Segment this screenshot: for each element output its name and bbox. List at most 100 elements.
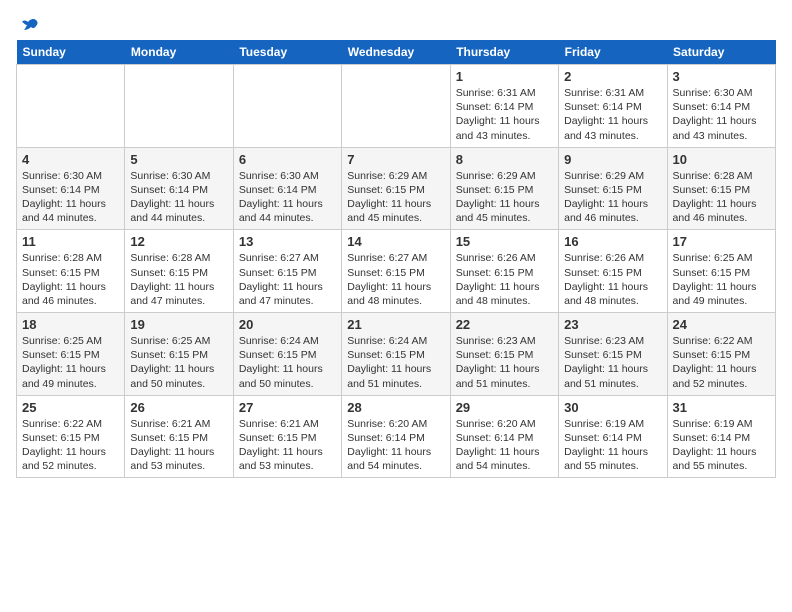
day-cell: 16 Sunrise: 6:26 AMSunset: 6:15 PMDayligh… — [559, 230, 667, 313]
day-info: Sunrise: 6:26 AMSunset: 6:15 PMDaylight:… — [564, 251, 661, 308]
day-cell: 17 Sunrise: 6:25 AMSunset: 6:15 PMDayligh… — [667, 230, 775, 313]
day-cell: 21Sunrise: 6:24 AMSunset: 6:15 PMDayligh… — [342, 313, 450, 396]
day-info: Sunrise: 6:23 AMSunset: 6:15 PMDaylight:… — [564, 334, 661, 391]
day-number: 20 — [239, 317, 336, 332]
day-number: 1 — [456, 69, 553, 84]
day-info: Sunrise: 6:29 AMSunset: 6:15 PMDaylight:… — [564, 169, 661, 226]
day-info: Sunrise: 6:30 AMSunset: 6:14 PMDaylight:… — [673, 86, 770, 143]
day-cell: 3Sunrise: 6:30 AMSunset: 6:14 PMDaylight… — [667, 65, 775, 148]
title-block — [40, 10, 776, 12]
day-cell — [233, 65, 341, 148]
day-number: 16 — [564, 234, 661, 249]
day-number: 22 — [456, 317, 553, 332]
day-cell: 11 Sunrise: 6:28 AMSunset: 6:15 PMDayligh… — [17, 230, 125, 313]
day-info: Sunrise: 6:30 AMSunset: 6:14 PMDaylight:… — [130, 169, 227, 226]
day-number: 27 — [239, 400, 336, 415]
day-cell: 2Sunrise: 6:31 AMSunset: 6:14 PMDaylight… — [559, 65, 667, 148]
day-info: Sunrise: 6:27 AMSunset: 6:15 PMDaylight:… — [239, 251, 336, 308]
day-cell: 20 Sunrise: 6:24 AMSunset: 6:15 PMDayligh… — [233, 313, 341, 396]
day-info: Sunrise: 6:21 AMSunset: 6:15 PMDaylight:… — [239, 417, 336, 474]
day-number: 21 — [347, 317, 444, 332]
day-info: Sunrise: 6:28 AMSunset: 6:15 PMDaylight:… — [22, 251, 119, 308]
day-info: Sunrise: 6:28 AMSunset: 6:15 PMDaylight:… — [130, 251, 227, 308]
day-number: 6 — [239, 152, 336, 167]
day-number: 30 — [564, 400, 661, 415]
day-info: Sunrise: 6:19 AMSunset: 6:14 PMDaylight:… — [564, 417, 661, 474]
day-cell — [17, 65, 125, 148]
week-row-2: 4 Sunrise: 6:30 AMSunset: 6:14 PMDaylight… — [17, 147, 776, 230]
day-info: Sunrise: 6:31 AMSunset: 6:14 PMDaylight:… — [564, 86, 661, 143]
day-number: 8 — [456, 152, 553, 167]
week-row-5: 25 Sunrise: 6:22 AMSunset: 6:15 PMDayligh… — [17, 395, 776, 478]
day-cell: 8 Sunrise: 6:29 AMSunset: 6:15 PMDaylight… — [450, 147, 558, 230]
day-info: Sunrise: 6:31 AMSunset: 6:14 PMDaylight:… — [456, 86, 553, 143]
day-number: 26 — [130, 400, 227, 415]
header-tuesday: Tuesday — [233, 40, 341, 65]
day-info: Sunrise: 6:25 AMSunset: 6:15 PMDaylight:… — [22, 334, 119, 391]
header-saturday: Saturday — [667, 40, 775, 65]
day-info: Sunrise: 6:19 AMSunset: 6:14 PMDaylight:… — [673, 417, 770, 474]
day-info: Sunrise: 6:22 AMSunset: 6:15 PMDaylight:… — [673, 334, 770, 391]
day-info: Sunrise: 6:26 AMSunset: 6:15 PMDaylight:… — [456, 251, 553, 308]
day-number: 4 — [22, 152, 119, 167]
day-info: Sunrise: 6:20 AMSunset: 6:14 PMDaylight:… — [347, 417, 444, 474]
day-number: 5 — [130, 152, 227, 167]
day-cell: 23 Sunrise: 6:23 AMSunset: 6:15 PMDayligh… — [559, 313, 667, 396]
week-row-3: 11 Sunrise: 6:28 AMSunset: 6:15 PMDayligh… — [17, 230, 776, 313]
day-cell: 18 Sunrise: 6:25 AMSunset: 6:15 PMDayligh… — [17, 313, 125, 396]
day-cell: 24 Sunrise: 6:22 AMSunset: 6:15 PMDayligh… — [667, 313, 775, 396]
day-cell — [125, 65, 233, 148]
day-info: Sunrise: 6:22 AMSunset: 6:15 PMDaylight:… — [22, 417, 119, 474]
day-number: 7 — [347, 152, 444, 167]
day-number: 24 — [673, 317, 770, 332]
day-cell: 29Sunrise: 6:20 AMSunset: 6:14 PMDayligh… — [450, 395, 558, 478]
week-row-1: 1 Sunrise: 6:31 AMSunset: 6:14 PMDaylight… — [17, 65, 776, 148]
day-cell: 25 Sunrise: 6:22 AMSunset: 6:15 PMDayligh… — [17, 395, 125, 478]
header-thursday: Thursday — [450, 40, 558, 65]
day-info: Sunrise: 6:29 AMSunset: 6:15 PMDaylight:… — [456, 169, 553, 226]
day-cell: 10 Sunrise: 6:28 AMSunset: 6:15 PMDayligh… — [667, 147, 775, 230]
day-cell: 5 Sunrise: 6:30 AMSunset: 6:14 PMDaylight… — [125, 147, 233, 230]
header-sunday: Sunday — [17, 40, 125, 65]
day-number: 19 — [130, 317, 227, 332]
day-info: Sunrise: 6:27 AMSunset: 6:15 PMDaylight:… — [347, 251, 444, 308]
day-number: 25 — [22, 400, 119, 415]
day-cell: 4Sunrise: 6:30 AMSunset: 6:14 PMDaylight… — [17, 147, 125, 230]
day-cell: 14 Sunrise: 6:27 AMSunset: 6:15 PMDayligh… — [342, 230, 450, 313]
day-number: 15 — [456, 234, 553, 249]
day-cell: 7 Sunrise: 6:29 AMSunset: 6:15 PMDaylight… — [342, 147, 450, 230]
calendar-header-row: SundayMondayTuesdayWednesdayThursdayFrid… — [17, 40, 776, 65]
day-info: Sunrise: 6:21 AMSunset: 6:15 PMDaylight:… — [130, 417, 227, 474]
day-cell: 26 Sunrise: 6:21 AMSunset: 6:15 PMDayligh… — [125, 395, 233, 478]
day-info: Sunrise: 6:28 AMSunset: 6:15 PMDaylight:… — [673, 169, 770, 226]
day-number: 17 — [673, 234, 770, 249]
day-info: Sunrise: 6:30 AMSunset: 6:14 PMDaylight:… — [239, 169, 336, 226]
day-cell: 6 Sunrise: 6:30 AMSunset: 6:14 PMDaylight… — [233, 147, 341, 230]
day-cell: 27 Sunrise: 6:21 AMSunset: 6:15 PMDayligh… — [233, 395, 341, 478]
day-number: 12 — [130, 234, 227, 249]
logo-bird-icon — [18, 16, 40, 38]
header-friday: Friday — [559, 40, 667, 65]
day-cell: 28Sunrise: 6:20 AMSunset: 6:14 PMDayligh… — [342, 395, 450, 478]
day-cell: 1 Sunrise: 6:31 AMSunset: 6:14 PMDaylight… — [450, 65, 558, 148]
day-number: 18 — [22, 317, 119, 332]
day-number: 14 — [347, 234, 444, 249]
day-info: Sunrise: 6:25 AMSunset: 6:15 PMDaylight:… — [673, 251, 770, 308]
day-cell — [342, 65, 450, 148]
day-number: 10 — [673, 152, 770, 167]
header-wednesday: Wednesday — [342, 40, 450, 65]
day-cell: 31Sunrise: 6:19 AMSunset: 6:14 PMDayligh… — [667, 395, 775, 478]
day-info: Sunrise: 6:20 AMSunset: 6:14 PMDaylight:… — [456, 417, 553, 474]
day-info: Sunrise: 6:24 AMSunset: 6:15 PMDaylight:… — [239, 334, 336, 391]
header-monday: Monday — [125, 40, 233, 65]
day-info: Sunrise: 6:23 AMSunset: 6:15 PMDaylight:… — [456, 334, 553, 391]
day-number: 23 — [564, 317, 661, 332]
header — [16, 10, 776, 34]
day-number: 13 — [239, 234, 336, 249]
day-info: Sunrise: 6:29 AMSunset: 6:15 PMDaylight:… — [347, 169, 444, 226]
day-cell: 13 Sunrise: 6:27 AMSunset: 6:15 PMDayligh… — [233, 230, 341, 313]
day-cell: 9Sunrise: 6:29 AMSunset: 6:15 PMDaylight… — [559, 147, 667, 230]
day-number: 11 — [22, 234, 119, 249]
logo — [16, 18, 40, 34]
day-cell: 12 Sunrise: 6:28 AMSunset: 6:15 PMDayligh… — [125, 230, 233, 313]
